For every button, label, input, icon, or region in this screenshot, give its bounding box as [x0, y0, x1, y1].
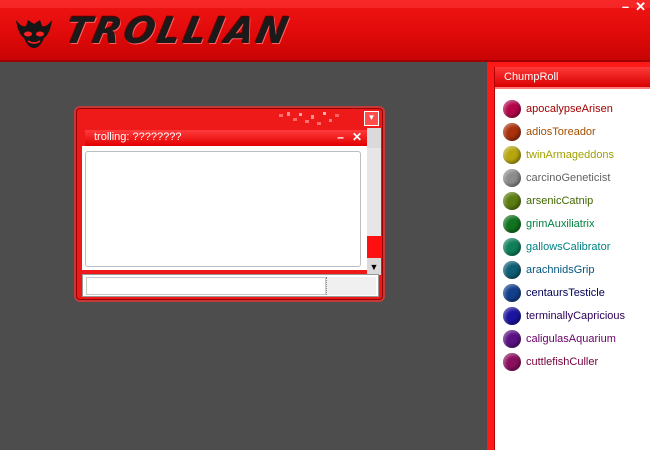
- tab-minimize-button[interactable]: –: [337, 130, 344, 144]
- chum-handle: adiosToreador: [526, 125, 596, 138]
- window-menu-button[interactable]: ▼: [364, 111, 379, 126]
- chum-item[interactable]: apocalypseArisen: [503, 97, 625, 120]
- chum-mood-icon: [503, 168, 521, 187]
- troll-logo-icon: [16, 20, 52, 48]
- app-header: TROLLIAN – ✕: [0, 0, 650, 62]
- chum-item[interactable]: gallowsCalibrator: [503, 235, 625, 258]
- chum-mood-icon: [503, 352, 521, 371]
- chum-item[interactable]: twinArmageddons: [503, 143, 625, 166]
- window-controls: – ✕: [622, 0, 646, 13]
- chum-handle: grimAuxiliatrix: [526, 217, 595, 230]
- chum-handle: centaursTesticle: [526, 286, 605, 299]
- chum-item[interactable]: grimAuxiliatrix: [503, 212, 625, 235]
- chum-mood-icon: [503, 99, 521, 118]
- chumroll-list-area: ChumpRoll apocalypseArisen adiosToreador t…: [494, 67, 650, 450]
- chat-window[interactable]: ▼ trolling: ???????? – ✕ ▼: [76, 108, 383, 300]
- tab-controls: – ✕: [337, 130, 362, 144]
- scrollbar-track-accent: [367, 236, 381, 258]
- chum-handle: carcinoGeneticist: [526, 171, 611, 184]
- chum-mood-icon: [503, 306, 521, 325]
- pixel-decoration: [279, 112, 339, 125]
- chum-handle: gallowsCalibrator: [526, 240, 611, 253]
- chat-scrollbar[interactable]: ▼: [367, 128, 381, 275]
- scrollbar-thumb[interactable]: [367, 148, 381, 236]
- chum-item[interactable]: terminallyCapricious: [503, 304, 625, 327]
- chum-handle: terminallyCapricious: [526, 309, 626, 322]
- resize-grip[interactable]: [326, 277, 376, 295]
- tab-close-button[interactable]: ✕: [352, 130, 362, 144]
- chum-item[interactable]: caligulasAquarium: [503, 327, 625, 350]
- chum-mood-icon: [503, 191, 521, 210]
- chum-item[interactable]: cuttlefishCuller: [503, 350, 625, 373]
- chum-item[interactable]: arsenicCatnip: [503, 189, 625, 212]
- tab-title: trolling: ????????: [94, 131, 182, 143]
- app-logo-title: TROLLIAN: [61, 11, 295, 52]
- chum-item[interactable]: centaursTesticle: [503, 281, 625, 304]
- chum-mood-icon: [503, 283, 521, 302]
- chum-item[interactable]: arachnidsGrip: [503, 258, 625, 281]
- chum-handle: twinArmageddons: [526, 148, 615, 161]
- chum-mood-icon: [503, 145, 521, 164]
- chum-list: apocalypseArisen adiosToreador twinArmaged…: [503, 97, 625, 373]
- header-highlight: [0, 0, 650, 8]
- chum-handle: caligulasAquarium: [526, 332, 616, 345]
- message-input-row: [82, 274, 379, 297]
- chum-mood-icon: [503, 237, 521, 256]
- chum-mood-icon: [503, 214, 521, 233]
- chum-handle: arsenicCatnip: [526, 194, 594, 207]
- chum-handle: arachnidsGrip: [526, 263, 595, 276]
- chum-item[interactable]: carcinoGeneticist: [503, 166, 625, 189]
- chum-handle: cuttlefishCuller: [526, 355, 599, 368]
- chumroll-panel: ChumpRoll apocalypseArisen adiosToreador t…: [487, 62, 650, 450]
- chat-log[interactable]: [85, 151, 361, 267]
- chum-mood-icon: [503, 122, 521, 141]
- message-input[interactable]: [86, 277, 326, 295]
- scroll-down-arrow-icon[interactable]: ▼: [367, 259, 381, 275]
- chumroll-header: ChumpRoll: [495, 67, 650, 89]
- chat-log-frame: [82, 146, 367, 270]
- conversation-tab[interactable]: trolling: ???????? – ✕: [85, 130, 367, 146]
- chum-mood-icon: [503, 329, 521, 348]
- chum-item[interactable]: adiosToreador: [503, 120, 625, 143]
- close-button[interactable]: ✕: [635, 0, 646, 13]
- minimize-button[interactable]: –: [622, 0, 629, 13]
- chum-mood-icon: [503, 260, 521, 279]
- chum-handle: apocalypseArisen: [526, 102, 613, 115]
